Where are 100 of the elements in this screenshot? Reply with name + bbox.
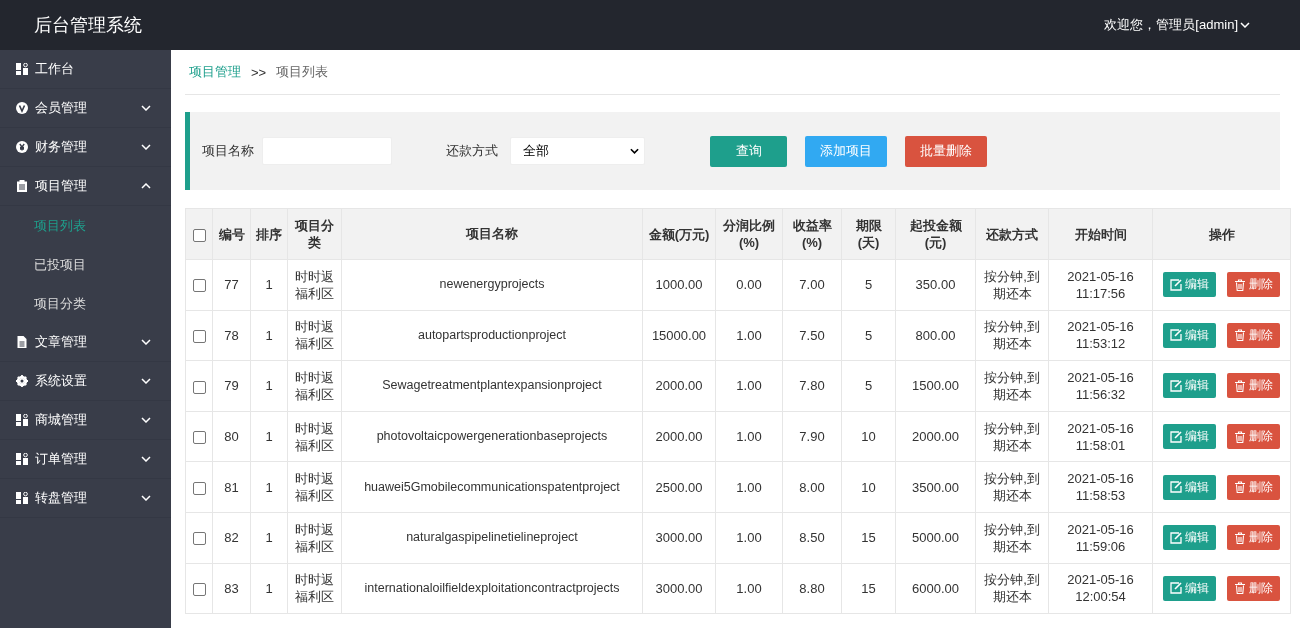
repay-select[interactable]: 全部 (510, 137, 645, 165)
table-cell: 1 (250, 360, 288, 412)
column-header: 排序 (250, 208, 288, 260)
delete-button[interactable]: 删除 (1227, 525, 1281, 551)
table-cell: 按分钟,到期还本 (975, 360, 1049, 412)
chevron-down-icon (630, 148, 639, 154)
column-header: 期限(天) (841, 208, 896, 260)
table-cell: 按分钟,到期还本 (975, 259, 1049, 311)
column-header: 分润比例(%) (715, 208, 783, 260)
table-cell: 15 (841, 512, 896, 564)
row-checkbox[interactable] (192, 431, 206, 445)
delete-button[interactable]: 删除 (1227, 424, 1281, 450)
trash-icon (1234, 430, 1247, 443)
table-cell: 7.90 (782, 411, 842, 462)
table-cell: 7.80 (782, 360, 842, 412)
breadcrumb-current: 项目列表 (276, 63, 329, 81)
table-cell: 时时返福利区 (287, 512, 342, 564)
table-cell: 83 (212, 563, 251, 614)
edit-icon (1169, 278, 1182, 291)
delete-button[interactable]: 删除 (1227, 272, 1281, 298)
table-cell: huawei5Gmobilecommunicationspatentproject (341, 461, 643, 513)
table-cell: 1.00 (715, 563, 783, 614)
column-header: 编号 (212, 208, 251, 260)
table-cell: autopartsproductionproject (341, 310, 643, 361)
column-header: 开始时间 (1048, 208, 1153, 260)
table-cell: 10 (841, 411, 896, 462)
table-cell: 8.00 (782, 461, 842, 513)
user-menu[interactable]: 欢迎您，管理员[admin] (1104, 16, 1250, 34)
document-icon (16, 336, 28, 348)
grid-icon (16, 414, 28, 426)
field-label: 还款方式 (446, 142, 498, 160)
row-checkbox[interactable] (192, 279, 206, 293)
delete-button[interactable]: 批量删除 (905, 135, 987, 167)
grid-icon (16, 63, 28, 75)
table-cell: 77 (212, 259, 251, 311)
table-cell: 5000.00 (895, 512, 976, 564)
table-cell: 3000.00 (642, 512, 716, 564)
delete-button[interactable]: 删除 (1227, 575, 1281, 601)
table-cell: 1500.00 (895, 360, 976, 412)
app-title: 后台管理系统 (34, 14, 142, 37)
row-checkbox[interactable] (192, 582, 206, 596)
edit-button[interactable]: 编辑 (1162, 525, 1216, 551)
table-cell: 按分钟,到期还本 (975, 411, 1049, 462)
table-cell: photovoltaicpowergenerationbaseprojects (341, 411, 643, 462)
table-cell: 7.50 (782, 310, 842, 361)
table-cell: 1.00 (715, 411, 783, 462)
column-header: 项目名称 (341, 208, 643, 260)
delete-button[interactable]: 删除 (1227, 373, 1281, 399)
table-cell: 2500.00 (642, 461, 716, 513)
edit-button[interactable]: 编辑 (1162, 373, 1216, 399)
table-cell: 81 (212, 461, 251, 513)
table-cell: 79 (212, 360, 251, 412)
table-cell: 3500.00 (895, 461, 976, 513)
table-cell: 按分钟,到期还本 (975, 461, 1049, 513)
delete-button[interactable]: 删除 (1227, 474, 1281, 500)
trash-icon (1234, 481, 1247, 494)
table-cell: 时时返福利区 (287, 411, 342, 462)
table-cell: 时时返福利区 (287, 360, 342, 412)
table-cell: 7.00 (782, 259, 842, 311)
delete-button[interactable]: 删除 (1227, 322, 1281, 348)
edit-button[interactable]: 编辑 (1162, 322, 1216, 348)
row-checkbox[interactable] (192, 380, 206, 394)
edit-button[interactable]: 编辑 (1162, 424, 1216, 450)
query-button[interactable]: 查询 (710, 135, 787, 167)
select-all-checkbox[interactable] (192, 228, 206, 242)
table-cell: 2000.00 (895, 411, 976, 462)
table-cell: 15000.00 (642, 310, 716, 361)
clipboard-icon (16, 180, 28, 192)
table-cell: 按分钟,到期还本 (975, 512, 1049, 564)
table-cell: 按分钟,到期还本 (975, 563, 1049, 614)
row-checkbox[interactable] (192, 329, 206, 343)
edit-icon (1169, 329, 1182, 342)
table-cell: 2021-05-16 11:17:56 (1048, 259, 1153, 311)
table-cell: 2021-05-16 11:58:01 (1048, 411, 1153, 462)
field-label: 项目名称 (202, 142, 254, 160)
table-cell: 按分钟,到期还本 (975, 310, 1049, 361)
row-checkbox[interactable] (192, 532, 206, 546)
table-cell: 1 (250, 461, 288, 513)
edit-button[interactable]: 编辑 (1162, 272, 1216, 298)
breadcrumb-link[interactable]: 项目管理 (189, 63, 241, 81)
table-cell: 5 (841, 259, 896, 311)
table-cell: newenergyprojects (341, 259, 643, 311)
caret-icon (1240, 22, 1250, 28)
column-header: 操作 (1152, 208, 1291, 260)
table-cell: 1.00 (715, 461, 783, 513)
table-cell: 2000.00 (642, 411, 716, 462)
edit-button[interactable]: 编辑 (1162, 575, 1216, 601)
table-cell: 80 (212, 411, 251, 462)
add-button[interactable]: 添加项目 (805, 135, 887, 167)
trash-icon (1234, 380, 1247, 392)
table-cell: 8.50 (782, 512, 842, 564)
row-checkbox[interactable] (192, 481, 206, 495)
table-cell: 1.00 (715, 360, 783, 412)
edit-button[interactable]: 编辑 (1162, 474, 1216, 500)
table-cell: 15 (841, 563, 896, 614)
edit-icon (1169, 430, 1182, 443)
table-cell: 时时返福利区 (287, 310, 342, 361)
v-circle-icon (16, 102, 28, 114)
table-cell: 2021-05-16 11:56:32 (1048, 360, 1153, 412)
table-cell: Sewagetreatmentplantexpansionproject (341, 360, 643, 412)
